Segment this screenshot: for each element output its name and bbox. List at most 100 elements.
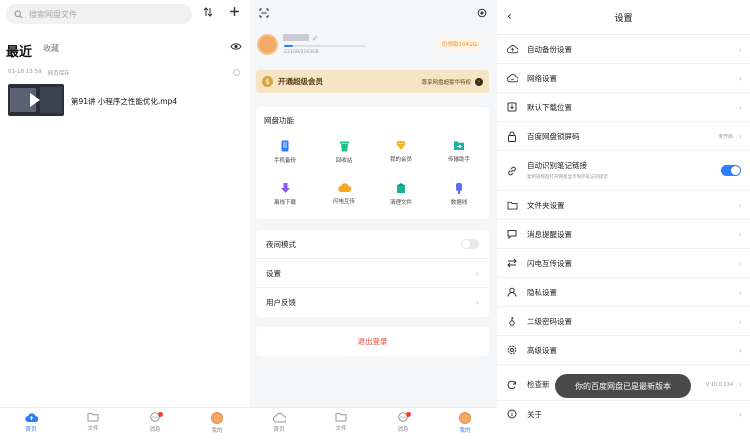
avatar	[459, 412, 471, 424]
settings-row-label: 网络设置	[527, 73, 557, 83]
features-card: 网盘功能 手机备份 回收站 我的会员 传输助手 离线下载 闪电互传 清理文件 数…	[256, 107, 489, 219]
video-thumbnail[interactable]	[8, 84, 64, 116]
sort-icon[interactable]	[203, 7, 213, 17]
tab-files[interactable]: 文件	[81, 412, 105, 432]
feature-label: 我的会员	[389, 157, 412, 163]
play-icon	[30, 93, 40, 107]
feature-label: 离线下载	[273, 200, 296, 206]
settings-gear-icon[interactable]	[477, 8, 487, 18]
chevron-right-icon: ›	[475, 268, 479, 278]
feedback-row[interactable]: 用户反馈 ›	[256, 288, 489, 317]
settings-row-privacy[interactable]: 隐私设置 ›	[497, 278, 750, 307]
settings-row-label: 二级密码设置	[527, 316, 572, 326]
settings-row-flash-transfer[interactable]: 闪电互传设置 ›	[497, 249, 750, 278]
eye-icon[interactable]	[230, 42, 242, 51]
scan-icon[interactable]	[259, 8, 269, 18]
features-title: 网盘功能	[264, 116, 294, 125]
night-mode-row[interactable]: 夜间模式	[256, 230, 489, 259]
chevron-right-icon: ›	[738, 345, 742, 355]
chevron-right-icon: ›	[738, 200, 742, 210]
tab-messages[interactable]: 消息	[143, 412, 167, 433]
feature-label: 回收站	[335, 158, 353, 164]
add-icon[interactable]	[229, 6, 240, 17]
settings-row-folder[interactable]: 文件夹设置 ›	[497, 191, 750, 220]
tab-home[interactable]: 首页	[267, 412, 291, 433]
edit-icon[interactable]	[312, 35, 318, 41]
tab-mine-label: 我的	[459, 428, 471, 434]
tab-files-label: 文件	[335, 426, 347, 432]
download-box-icon	[507, 102, 517, 112]
tab-home[interactable]: 首页	[19, 412, 43, 433]
night-mode-toggle[interactable]	[461, 239, 479, 249]
folder-icon	[507, 201, 518, 210]
diamond-icon	[395, 140, 407, 151]
thumbnail-frame	[40, 87, 62, 113]
settings-row[interactable]: 设置 ›	[256, 259, 489, 288]
settings-row-value: 未开启	[717, 133, 733, 140]
search-input[interactable]: 搜索网盘文件	[6, 4, 192, 24]
unread-dot	[158, 412, 163, 417]
feature-flash-transfer[interactable]: 闪电互传	[324, 182, 364, 205]
space-badge[interactable]: 仍领取1041G	[438, 38, 481, 50]
clean-icon	[395, 182, 407, 194]
chevron-right-icon: ›	[738, 131, 742, 141]
toast-message: 你的百度网盘已是最新版本	[555, 374, 691, 398]
settings-row-advanced[interactable]: 高级设置 ›	[497, 336, 750, 365]
settings-row-secondary-password[interactable]: 二级密码设置 ›	[497, 307, 750, 336]
feedback-label: 用户反馈	[266, 298, 296, 307]
search-icon	[14, 10, 23, 19]
record-meta: 03-18 13:59 网页保存	[8, 69, 70, 77]
feature-data-cable[interactable]: 数据线	[439, 182, 479, 206]
feature-label: 传输助手	[447, 157, 470, 163]
info-icon	[507, 409, 517, 419]
files-panel: 搜索网盘文件 最近 收藏 03-18 13:59 网页保存 第91讲 小程序之性…	[0, 0, 250, 441]
feature-phone-backup[interactable]: 手机备份	[265, 140, 305, 164]
note-link-toggle[interactable]	[721, 165, 741, 176]
chevron-right-icon: ›	[738, 102, 742, 112]
feature-label: 数据线	[450, 200, 468, 206]
favorites-tab[interactable]: 收藏	[43, 43, 59, 54]
download-arrow-icon	[280, 182, 291, 194]
tab-mine[interactable]: 我的	[205, 412, 229, 434]
recent-tab[interactable]: 最近	[6, 41, 32, 60]
feature-recycle-bin[interactable]: 回收站	[324, 140, 364, 164]
file-name[interactable]: 第91讲 小程序之性能优化.mp4	[71, 96, 177, 107]
feature-label: 清理文件	[389, 200, 412, 206]
username	[283, 34, 318, 41]
message-icon	[507, 229, 517, 239]
cloud-icon	[272, 412, 286, 423]
settings-row-download-location[interactable]: 默认下载位置 ›	[497, 93, 750, 122]
version-text: V 10.0.134	[705, 381, 733, 388]
transfer-folder-icon	[453, 140, 465, 151]
vip-banner[interactable]: $ 开通超级会员 尊享网盘超豪华特权 ›	[256, 70, 489, 93]
settings-row-network[interactable]: 网络设置 ›	[497, 64, 750, 93]
settings-row-lock-code[interactable]: 百度网盘锁屏码 未开启 ›	[497, 122, 750, 151]
vip-title: 开通超级会员	[278, 77, 323, 86]
storage-progress-fill	[284, 45, 294, 47]
tab-mine[interactable]: 我的	[453, 412, 477, 434]
feature-my-vip[interactable]: 我的会员	[381, 140, 421, 163]
tab-mine-label: 我的	[211, 428, 223, 434]
tab-messages[interactable]: 消息	[391, 412, 415, 433]
settings-row-label: 闪电互传设置	[527, 258, 572, 268]
folder-icon	[335, 412, 347, 422]
record-select-checkbox[interactable]	[233, 69, 240, 76]
mine-panel: 233GB/2163GB 仍领取1041G $ 开通超级会员 尊享网盘超豪华特权…	[250, 0, 497, 441]
logout-button[interactable]: 退出登录	[256, 327, 489, 356]
feature-transfer-helper[interactable]: 传输助手	[439, 140, 479, 163]
settings-row-label: 百度网盘锁屏码	[527, 131, 580, 141]
flash-cloud-icon	[337, 182, 351, 193]
settings-row-message-alert[interactable]: 消息提醒设置 ›	[497, 220, 750, 249]
settings-row-auto-backup[interactable]: 自动备份设置 ›	[497, 35, 750, 64]
settings-row-note-link[interactable]: 自动识别笔记链接 复制链接后打开网盘显示保存笔记的提示	[497, 151, 750, 191]
settings-row-about[interactable]: 关于 ›	[497, 401, 750, 427]
avatar[interactable]	[257, 34, 278, 55]
refresh-icon	[507, 380, 517, 390]
settings-row-label: 自动识别笔记链接	[527, 161, 587, 170]
cloud-upload-icon	[507, 44, 518, 54]
tab-files[interactable]: 文件	[329, 412, 353, 432]
feature-clean-files[interactable]: 清理文件	[381, 182, 421, 206]
chevron-right-icon: ›	[738, 409, 742, 419]
feature-offline-download[interactable]: 离线下载	[265, 182, 305, 206]
tab-home-label: 首页	[25, 427, 37, 433]
